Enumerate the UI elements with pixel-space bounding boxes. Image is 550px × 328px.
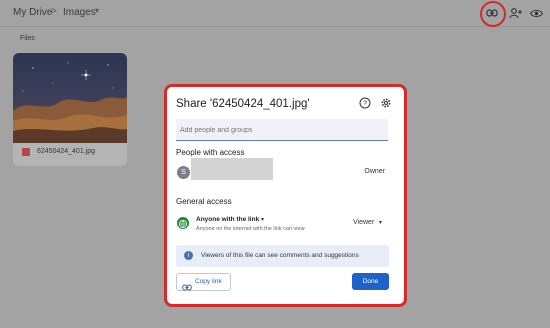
help-icon[interactable]: ? (359, 96, 371, 109)
breadcrumb-images[interactable]: Images (63, 7, 96, 18)
image-file-icon (22, 148, 30, 156)
people-with-access-heading: People with access (176, 148, 245, 157)
dialog-title: Share '62450424_401.jpg' (176, 98, 310, 110)
chevron-down-icon[interactable]: ▾ (379, 219, 382, 226)
avatar: S (177, 166, 190, 179)
role-dropdown[interactable]: Viewer (353, 219, 374, 226)
general-access-heading: General access (176, 197, 232, 206)
add-person-icon[interactable] (506, 4, 524, 22)
breadcrumb-separator: > (51, 6, 57, 17)
svg-text:?: ? (363, 101, 367, 108)
link-icon[interactable] (483, 4, 501, 22)
redacted-user-info (191, 158, 273, 180)
share-dialog: Share '62450424_401.jpg' ? People with a… (164, 84, 407, 307)
chevron-down-icon[interactable]: ▾ (95, 6, 99, 15)
info-icon: i (184, 251, 193, 260)
chevron-down-icon[interactable]: ▾ (261, 216, 264, 223)
eye-icon[interactable] (527, 4, 545, 22)
general-access-dropdown[interactable]: Anyone with the link (196, 216, 259, 223)
info-text: Viewers of this file can see comments an… (201, 252, 359, 259)
files-section-label: Files (20, 35, 35, 42)
file-name: 62450424_401.jpg (37, 148, 96, 155)
image-thumbnail (13, 53, 127, 143)
info-banner: i Viewers of this file can see comments … (176, 245, 389, 267)
breadcrumb-my-drive[interactable]: My Drive (13, 7, 52, 18)
owner-role-label: Owner (364, 168, 385, 175)
link-icon (182, 278, 192, 296)
done-button[interactable]: Done (352, 273, 389, 290)
file-card[interactable]: 62450424_401.jpg (13, 53, 127, 166)
gear-icon[interactable] (380, 96, 392, 108)
general-access-description: Anyone on the internet with the link can… (196, 226, 305, 232)
add-people-input[interactable] (176, 119, 388, 141)
top-bar: My Drive > Images ▾ (0, 0, 550, 27)
copy-link-button[interactable]: Copy link (176, 273, 231, 291)
copy-link-label: Copy link (195, 278, 222, 285)
add-people-field[interactable] (176, 120, 384, 141)
globe-icon (177, 217, 189, 229)
